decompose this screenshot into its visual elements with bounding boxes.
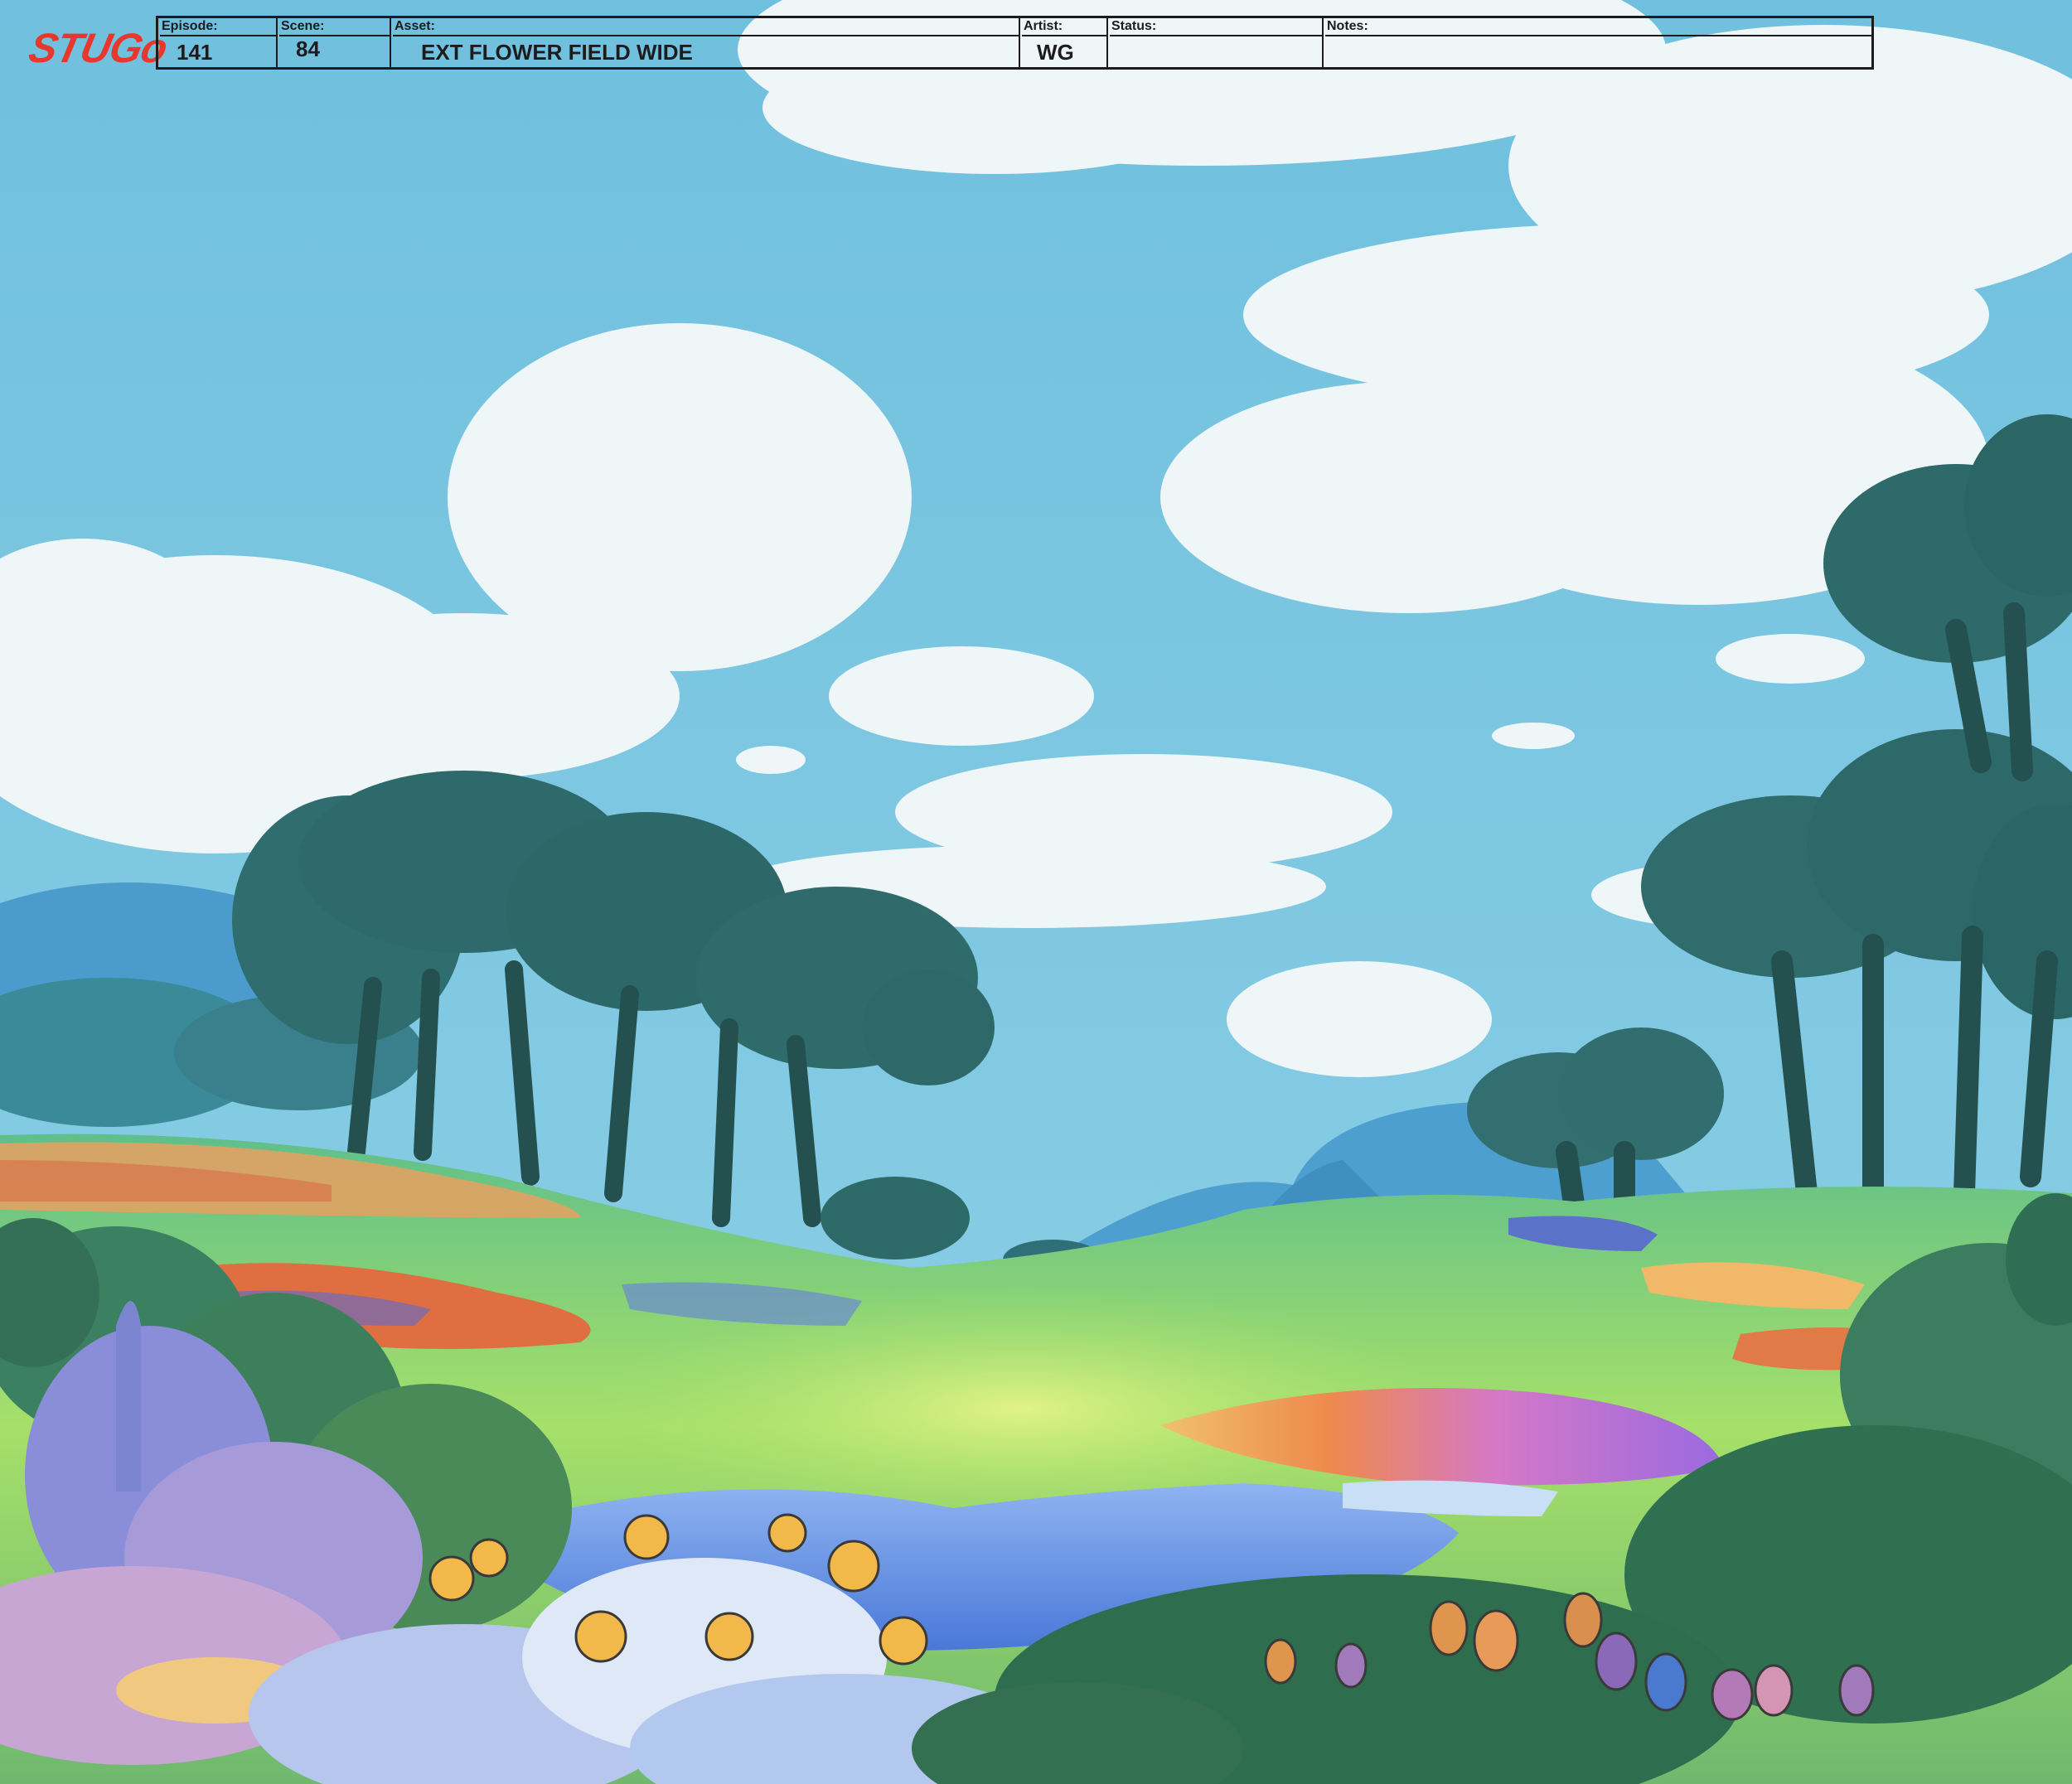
slate-artist-cell: Artist: WG bbox=[1020, 18, 1108, 67]
slate-asset-value: EXT FLOWER FIELD WIDE bbox=[421, 40, 693, 65]
slate-episode-value: 141 bbox=[177, 40, 213, 65]
slate-asset-label: Asset: bbox=[393, 18, 1020, 36]
slate-notes-cell: Notes: bbox=[1324, 18, 1873, 67]
studio-logo: STUGo bbox=[25, 25, 172, 71]
background-painting-canvas: STUGo Episode: 141 Scene: 84 Asset: EXT … bbox=[0, 0, 2072, 1784]
slate-scene-value: 84 bbox=[296, 36, 320, 61]
flower-field-painting bbox=[0, 0, 2072, 1784]
slate-artist-value: WG bbox=[1037, 40, 1074, 65]
slate-artist-label: Artist: bbox=[1022, 18, 1108, 36]
slate-asset-cell: Asset: EXT FLOWER FIELD WIDE bbox=[391, 18, 1020, 67]
slate-status-cell: Status: bbox=[1108, 18, 1324, 67]
slate-scene-cell: Scene: 84 bbox=[278, 18, 391, 67]
slate-notes-label: Notes: bbox=[1325, 18, 1873, 36]
slate-scene-label: Scene: bbox=[279, 18, 391, 36]
production-slate: Episode: 141 Scene: 84 Asset: EXT FLOWER… bbox=[156, 16, 1874, 70]
slate-episode-label: Episode: bbox=[160, 18, 278, 36]
slate-status-label: Status: bbox=[1110, 18, 1324, 36]
slate-episode-cell: Episode: 141 bbox=[158, 18, 278, 67]
